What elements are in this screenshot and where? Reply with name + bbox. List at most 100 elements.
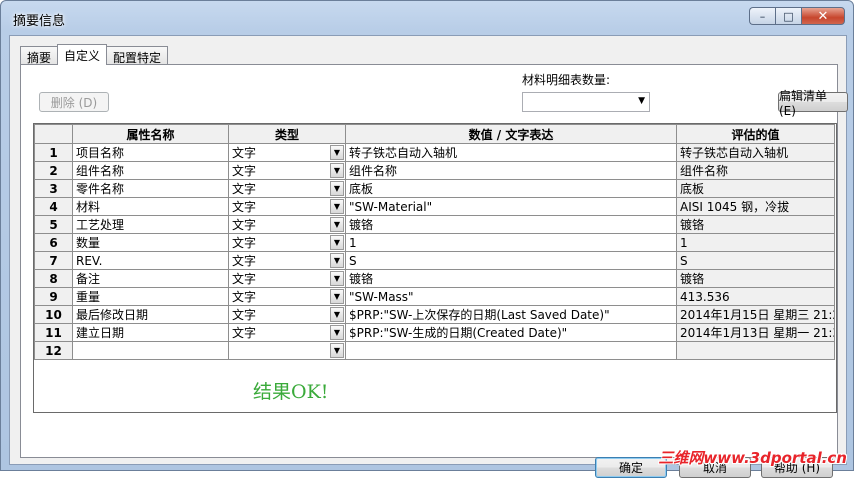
type-cell[interactable]: 文字 ▼ [228, 287, 346, 306]
table-row[interactable]: 2 组件名称 文字 ▼ 组件名称 组件名称 [34, 161, 835, 180]
type-cell[interactable]: 文字 ▼ [228, 197, 346, 216]
chevron-down-icon[interactable]: ▼ [330, 199, 344, 214]
tab-custom[interactable]: 自定义 [57, 44, 108, 65]
row-number[interactable]: 9 [34, 287, 73, 306]
table-row[interactable]: 10 最后修改日期 文字 ▼ $PRP:"SW-上次保存的日期(Last Saved D… [34, 305, 835, 324]
row-number[interactable]: 4 [34, 197, 73, 216]
chevron-down-icon[interactable]: ▼ [330, 235, 344, 250]
value-expression-cell[interactable]: 1 [345, 233, 677, 252]
property-name-cell[interactable]: 零件名称 [72, 179, 229, 198]
row-number[interactable]: 5 [34, 215, 73, 234]
row-number[interactable]: 6 [34, 233, 73, 252]
chevron-down-icon[interactable]: ▼ [330, 307, 344, 322]
table-row[interactable]: 5 工艺处理 文字 ▼ 镀铬 镀铬 [34, 215, 835, 234]
value-expression-cell[interactable]: $PRP:"SW-生成的日期(Created Date)" [345, 323, 677, 342]
chevron-down-icon[interactable]: ▼ [330, 217, 344, 232]
header-type[interactable]: 类型 [228, 124, 346, 144]
value-expression-cell[interactable]: 底板 [345, 179, 677, 198]
type-cell[interactable]: 文字 ▼ [228, 269, 346, 288]
chevron-down-icon[interactable]: ▼ [330, 253, 344, 268]
table-row[interactable]: 9 重量 文字 ▼ "SW-Mass" 413.536 [34, 287, 835, 306]
evaluated-value-cell: S [676, 251, 835, 270]
property-name-cell[interactable]: 组件名称 [72, 161, 229, 180]
row-number[interactable]: 7 [34, 251, 73, 270]
ok-button[interactable]: 确定 [595, 457, 667, 478]
tab-strip: 摘要 自定义 配置特定 [20, 44, 169, 65]
header-evaluated-value[interactable]: 评估的值 [676, 124, 835, 144]
type-value: 文字 [232, 146, 257, 160]
value-expression-cell[interactable]: S [345, 251, 677, 270]
chevron-down-icon[interactable]: ▼ [330, 325, 344, 340]
value-expression-cell[interactable] [345, 341, 677, 360]
type-cell[interactable]: 文字 ▼ [228, 161, 346, 180]
chevron-down-icon[interactable]: ▼ [330, 289, 344, 304]
type-value: 文字 [232, 308, 257, 322]
chevron-down-icon: ▼ [638, 96, 645, 106]
table-row[interactable]: 1 项目名称 文字 ▼ 转子铁芯自动入轴机 转子铁芯自动入轴机 [34, 143, 835, 162]
type-value: 文字 [232, 290, 257, 304]
value-expression-cell[interactable]: 镀铬 [345, 215, 677, 234]
property-name-cell[interactable]: 工艺处理 [72, 215, 229, 234]
chevron-down-icon[interactable]: ▼ [330, 145, 344, 160]
chevron-down-icon[interactable]: ▼ [330, 181, 344, 196]
value-expression-cell[interactable]: 镀铬 [345, 269, 677, 288]
value-expression-cell[interactable]: 转子铁芯自动入轴机 [345, 143, 677, 162]
close-button[interactable]: ✕ [801, 7, 845, 25]
tab-summary[interactable]: 摘要 [20, 46, 59, 65]
property-name-cell[interactable]: 建立日期 [72, 323, 229, 342]
row-number[interactable]: 10 [34, 305, 73, 324]
type-cell[interactable]: ▼ [228, 341, 346, 360]
title-bar[interactable]: 摘要信息 – □ ✕ [1, 1, 853, 35]
row-number[interactable]: 2 [34, 161, 73, 180]
type-value: 文字 [232, 236, 257, 250]
chevron-down-icon[interactable]: ▼ [330, 163, 344, 178]
evaluated-value-cell: AISI 1045 钢，冷拔 [676, 197, 835, 216]
value-expression-cell[interactable]: 组件名称 [345, 161, 677, 180]
type-cell[interactable]: 文字 ▼ [228, 305, 346, 324]
table-row[interactable]: 8 备注 文字 ▼ 镀铬 镀铬 [34, 269, 835, 288]
type-cell[interactable]: 文字 ▼ [228, 233, 346, 252]
header-property-name[interactable]: 属性名称 [72, 124, 229, 144]
row-number[interactable]: 1 [34, 143, 73, 162]
property-name-cell[interactable]: 备注 [72, 269, 229, 288]
type-cell[interactable]: 文字 ▼ [228, 323, 346, 342]
property-name-cell[interactable]: 项目名称 [72, 143, 229, 162]
value-expression-cell[interactable]: "SW-Material" [345, 197, 677, 216]
header-value-expression[interactable]: 数值 / 文字表达 [345, 124, 677, 144]
property-name-cell[interactable] [72, 341, 229, 360]
row-number[interactable]: 11 [34, 323, 73, 342]
type-value: 文字 [232, 272, 257, 286]
property-name-cell[interactable]: REV. [72, 251, 229, 270]
type-cell[interactable]: 文字 ▼ [228, 179, 346, 198]
type-cell[interactable]: 文字 ▼ [228, 143, 346, 162]
property-name-cell[interactable]: 重量 [72, 287, 229, 306]
type-cell[interactable]: 文字 ▼ [228, 215, 346, 234]
tab-configuration-specific[interactable]: 配置特定 [106, 46, 169, 65]
chevron-down-icon[interactable]: ▼ [330, 271, 344, 286]
value-expression-cell[interactable]: $PRP:"SW-上次保存的日期(Last Saved Date)" [345, 305, 677, 324]
value-expression-cell[interactable]: "SW-Mass" [345, 287, 677, 306]
edit-list-button[interactable]: 扁辑清单 (E) [778, 89, 848, 118]
type-cell[interactable]: 文字 ▼ [228, 251, 346, 270]
evaluated-value-cell: 镀铬 [676, 215, 835, 234]
summary-info-dialog: 摘要信息 – □ ✕ 摘要 自定义 配置特定 删除 (D) 材料明细表数量: ▼… [0, 0, 854, 478]
table-row[interactable]: 4 材料 文字 ▼ "SW-Material" AISI 1045 钢，冷拔 [34, 197, 835, 216]
table-row[interactable]: 7 REV. 文字 ▼ S S [34, 251, 835, 270]
dialog-client-area: 摘要 自定义 配置特定 删除 (D) 材料明细表数量: ▼ 扁辑清单 (E) 属… [9, 35, 848, 478]
minimize-button[interactable]: – [749, 7, 775, 25]
table-row[interactable]: 6 数量 文字 ▼ 1 1 [34, 233, 835, 252]
maximize-button[interactable]: □ [775, 7, 801, 25]
property-name-cell[interactable]: 数量 [72, 233, 229, 252]
table-row[interactable]: 11 建立日期 文字 ▼ $PRP:"SW-生成的日期(Created Date)" 20… [34, 323, 835, 342]
table-row[interactable]: 3 零件名称 文字 ▼ 底板 底板 [34, 179, 835, 198]
bom-quantity-select[interactable]: ▼ [522, 92, 650, 112]
property-name-cell[interactable]: 最后修改日期 [72, 305, 229, 324]
row-number[interactable]: 3 [34, 179, 73, 198]
property-name-cell[interactable]: 材料 [72, 197, 229, 216]
chevron-down-icon[interactable]: ▼ [330, 343, 344, 358]
row-number[interactable]: 8 [34, 269, 73, 288]
row-number[interactable]: 12 [34, 341, 73, 360]
evaluated-value-cell: 转子铁芯自动入轴机 [676, 143, 835, 162]
table-row[interactable]: 12 ▼ [34, 341, 835, 360]
delete-button[interactable]: 删除 (D) [39, 92, 109, 112]
